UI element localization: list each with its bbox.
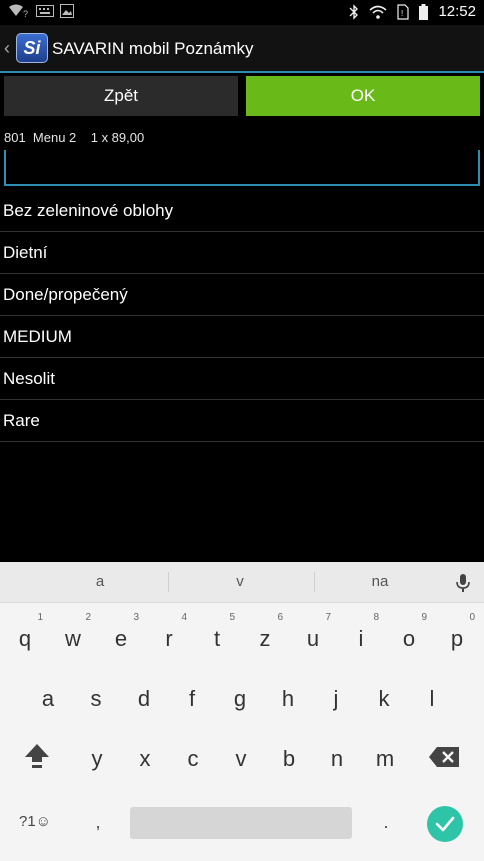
soft-keyboard: a v na q1 w2 e3 r4 t5 z6 u7 i8 o9 p0 a s…	[0, 562, 484, 861]
key-j[interactable]: j	[316, 674, 356, 724]
key-q[interactable]: q1	[5, 612, 45, 664]
ok-button[interactable]: OK	[246, 76, 480, 116]
key-label: o	[402, 626, 416, 651]
key-v[interactable]: v	[221, 734, 261, 784]
key-hint: 6	[277, 612, 283, 623]
key-hint: 2	[85, 612, 91, 623]
list-item[interactable]: Dietní	[0, 232, 484, 274]
key-d[interactable]: d	[124, 674, 164, 724]
key-label: r	[165, 626, 173, 651]
key-i[interactable]: i8	[341, 612, 381, 664]
key-g[interactable]: g	[220, 674, 260, 724]
key-o[interactable]: o9	[389, 612, 429, 664]
list-item[interactable]: Bez zeleninové oblohy	[0, 190, 484, 232]
key-hint: 8	[373, 612, 379, 623]
list-item[interactable]: MEDIUM	[0, 316, 484, 358]
keyboard-icon	[36, 5, 54, 17]
suggestion-1[interactable]: a	[40, 562, 160, 602]
svg-text:!: !	[401, 9, 403, 18]
key-label: t	[213, 626, 221, 651]
key-s[interactable]: s	[76, 674, 116, 724]
shift-icon[interactable]	[22, 740, 52, 770]
key-label: u	[306, 626, 320, 651]
key-hint: 0	[469, 612, 475, 623]
key-label: i	[358, 626, 364, 651]
list-item[interactable]: Rare	[0, 400, 484, 442]
period-key[interactable]: .	[376, 802, 396, 842]
status-right-icons: ! 12:52	[349, 3, 476, 20]
item-info: 801 Menu 2 1 x 89,00	[4, 130, 145, 145]
key-hint: 7	[325, 612, 331, 623]
key-u[interactable]: u7	[293, 612, 333, 664]
image-icon	[60, 4, 74, 18]
sim-icon: !	[397, 3, 410, 20]
suggestion-divider	[314, 572, 315, 592]
enter-key[interactable]	[427, 806, 463, 842]
action-bar: ‹ Si SAVARIN mobil Poznámky	[0, 25, 484, 73]
bluetooth-icon	[349, 3, 359, 20]
key-n[interactable]: n	[317, 734, 357, 784]
key-b[interactable]: b	[269, 734, 309, 784]
wifi-question-icon: ?	[9, 4, 28, 18]
key-label: q	[18, 626, 32, 651]
suggestion-2[interactable]: v	[180, 562, 300, 602]
space-key[interactable]	[130, 807, 352, 839]
key-a[interactable]: a	[28, 674, 68, 724]
key-label: e	[114, 626, 128, 651]
page-title: SAVARIN mobil Poznámky	[52, 39, 254, 58]
wifi-icon	[369, 5, 387, 19]
list-item[interactable]: Done/propečený	[0, 274, 484, 316]
comma-key[interactable]: ,	[86, 802, 110, 842]
microphone-icon[interactable]	[452, 572, 474, 594]
key-m[interactable]: m	[365, 734, 405, 784]
suggestion-divider	[168, 572, 169, 592]
key-label: p	[450, 626, 464, 651]
notes-list: Bez zeleninové oblohy Dietní Done/propeč…	[0, 190, 484, 442]
key-p[interactable]: p0	[437, 612, 477, 664]
key-c[interactable]: c	[173, 734, 213, 784]
key-z[interactable]: z6	[245, 612, 285, 664]
key-y[interactable]: y	[77, 734, 117, 784]
status-left-icons: ?	[8, 4, 74, 18]
key-r[interactable]: r4	[149, 612, 189, 664]
key-k[interactable]: k	[364, 674, 404, 724]
key-h[interactable]: h	[268, 674, 308, 724]
key-t[interactable]: t5	[197, 612, 237, 664]
key-e[interactable]: e3	[101, 612, 141, 664]
key-hint: 5	[229, 612, 235, 623]
battery-icon	[419, 3, 429, 20]
key-hint: 3	[133, 612, 139, 623]
key-hint: 1	[37, 612, 43, 623]
svg-text:?: ?	[23, 9, 28, 18]
key-hint: 4	[181, 612, 187, 623]
back-button[interactable]: Zpět	[4, 76, 238, 116]
button-row: Zpět OK	[0, 76, 484, 118]
key-l[interactable]: l	[412, 674, 452, 724]
suggestion-strip: a v na	[0, 562, 484, 603]
note-input[interactable]	[4, 150, 480, 186]
chevron-left-icon[interactable]: ‹	[4, 38, 10, 59]
checkmark-icon	[435, 816, 455, 832]
key-label: z	[259, 626, 271, 651]
backspace-icon[interactable]	[428, 746, 460, 768]
key-w[interactable]: w2	[53, 612, 93, 664]
symbols-key[interactable]: ?1☺	[8, 802, 62, 842]
suggestion-3[interactable]: na	[320, 562, 440, 602]
status-time: 12:52	[438, 3, 476, 20]
list-item[interactable]: Nesolit	[0, 358, 484, 400]
key-label: w	[65, 626, 81, 651]
key-hint: 9	[421, 612, 427, 623]
key-x[interactable]: x	[125, 734, 165, 784]
status-bar: ? ! 12:52	[0, 0, 484, 25]
app-logo[interactable]: Si	[16, 33, 48, 63]
key-f[interactable]: f	[172, 674, 212, 724]
